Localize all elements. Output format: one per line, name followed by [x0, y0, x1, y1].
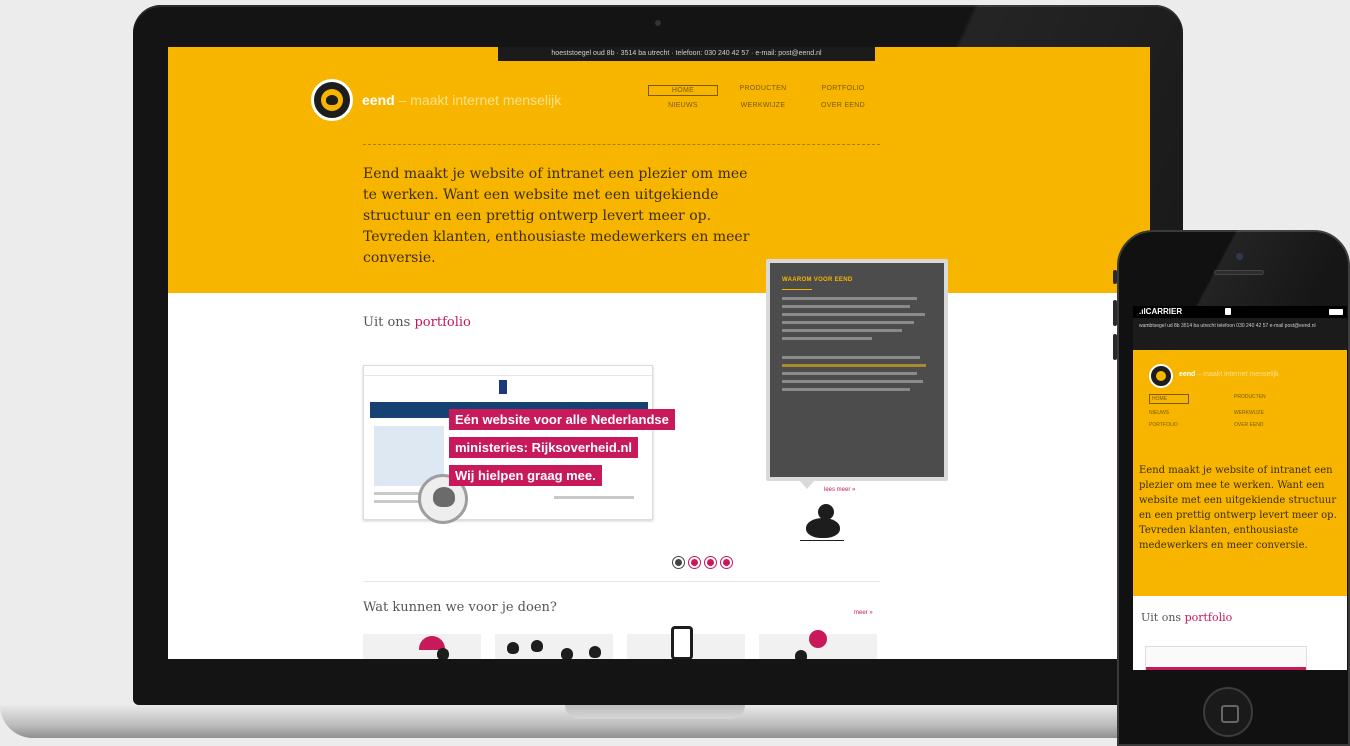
check-icon	[809, 630, 827, 648]
why-eend-text	[782, 297, 932, 396]
home-button[interactable]	[1203, 687, 1253, 737]
laptop-notch	[565, 705, 745, 719]
carrier-name: CARRIER	[1145, 307, 1183, 316]
phone-brand[interactable]: eend – maakt internet menselijk	[1179, 371, 1279, 378]
more-link[interactable]: meer »	[854, 610, 873, 616]
signal-icon: .ıl	[1139, 307, 1146, 316]
phone-earpiece	[1214, 270, 1264, 275]
pager-dot[interactable]	[721, 557, 732, 568]
hero-section: hoeststoegel oud 8b · 3514 ba utrecht · …	[168, 47, 1150, 293]
nav-over-eend[interactable]: OVER EEND	[808, 102, 878, 109]
battery-icon	[1329, 309, 1343, 315]
nav-nieuws[interactable]: NIEUWS	[1149, 410, 1234, 416]
duck-icon	[507, 642, 519, 654]
service-card[interactable]	[627, 626, 745, 659]
duck-mascot-icon	[800, 502, 844, 544]
phone-intro-text: Eend maakt je website of intranet een pl…	[1139, 465, 1337, 551]
service-card[interactable]	[759, 630, 877, 659]
portfolio-link[interactable]: portfolio	[414, 315, 470, 330]
phone-screen: .ılCARRIER wambtsegel ud 8b 3514 ba utre…	[1133, 306, 1347, 670]
why-eend-rule	[782, 289, 812, 290]
duck-icon	[561, 648, 573, 659]
portfolio-caption-line[interactable]: Eén website voor alle Nederlandse	[449, 409, 675, 430]
phone-portfolio-heading: Uit ons portfolio	[1141, 611, 1232, 624]
nav-portfolio[interactable]: PORTFOLIO	[808, 85, 878, 96]
contact-strip: hoeststoegel oud 8b · 3514 ba utrecht · …	[498, 47, 875, 61]
services-heading: Wat kunnen we voor je doen?	[363, 600, 557, 615]
brand-text: eend	[362, 92, 395, 108]
eend-logo[interactable]	[1149, 364, 1173, 388]
nav-producten[interactable]: PRODUCTEN	[728, 85, 798, 96]
phone-camera	[1236, 253, 1243, 260]
nav-over-eend[interactable]: OVER EEND	[1234, 422, 1319, 428]
brand-tagline: – maakt internet menselijk	[394, 92, 562, 108]
why-eend-title: WAAROM VOOR EEND	[782, 277, 853, 283]
screenshot-logo	[499, 380, 507, 394]
portfolio-heading-prefix: Uit ons	[363, 315, 415, 330]
eend-logo[interactable]	[311, 79, 353, 121]
phone-portfolio-screenshot[interactable]	[1145, 646, 1307, 670]
intro-text: Eend maakt je website of intranet een pl…	[363, 166, 750, 266]
laptop-screen: hoeststoegel oud 8b · 3514 ba utrecht · …	[168, 47, 1150, 659]
lock-icon	[1225, 308, 1231, 315]
service-card[interactable]	[495, 634, 613, 659]
nav-home[interactable]: HOME	[1149, 394, 1189, 404]
pager-dot[interactable]	[689, 557, 700, 568]
brand-text: eend	[1179, 371, 1196, 378]
nav-producten[interactable]: PRODUCTEN	[1234, 394, 1319, 404]
status-bar: .ılCARRIER	[1133, 306, 1347, 318]
phone-mute-switch	[1113, 270, 1117, 284]
pager-dot[interactable]	[705, 557, 716, 568]
portfolio-heading: Uit ons portfolio	[363, 315, 471, 330]
phone-icon	[671, 626, 693, 659]
nav-home[interactable]: HOME	[648, 85, 718, 96]
main-nav: HOME PRODUCTEN PORTFOLIO NIEUWS WERKWIJZ…	[648, 85, 878, 109]
laptop-camera	[655, 20, 661, 26]
nav-werkwijze[interactable]: WERKWIJZE	[1234, 410, 1319, 416]
phone-volume-down	[1113, 334, 1117, 360]
phone-volume-up	[1113, 300, 1117, 326]
brand-name[interactable]: eend – maakt internet menselijk	[362, 92, 561, 108]
duck-icon	[531, 640, 543, 652]
phone-hero: eend – maakt internet menselijk HOME PRO…	[1133, 350, 1347, 596]
portfolio-caption-line[interactable]: ministeries: Rijksoverheid.nl	[449, 437, 639, 458]
pager-dot[interactable]	[673, 557, 684, 568]
portfolio-link[interactable]: portfolio	[1185, 611, 1233, 624]
why-eend-box: WAAROM VOOR EEND	[766, 259, 948, 481]
duck-icon	[589, 646, 601, 658]
duck-icon	[321, 89, 343, 111]
duck-icon	[795, 650, 807, 659]
why-eend-pointer	[798, 479, 816, 489]
phone-contact-strip: wambtsegel ud 8b 3514 ba utrecht telefoo…	[1133, 318, 1347, 350]
nav-werkwijze[interactable]: WERKWIJZE	[728, 102, 798, 109]
brand-tagline: – maakt internet menselijk	[1195, 371, 1279, 378]
nav-nieuws[interactable]: NIEUWS	[648, 102, 718, 109]
portfolio-heading-prefix: Uit ons	[1141, 611, 1185, 624]
divider	[363, 144, 880, 145]
screenshot-line	[554, 496, 634, 499]
divider	[363, 581, 880, 582]
nav-portfolio[interactable]: PORTFOLIO	[1149, 422, 1234, 428]
screenshot-topbar	[364, 366, 652, 376]
read-more-link[interactable]: lees meer »	[824, 487, 855, 493]
portfolio-pager	[673, 557, 732, 568]
duck-icon	[437, 648, 449, 659]
phone-nav: HOME PRODUCTEN NIEUWS WERKWIJZE PORTFOLI…	[1149, 394, 1319, 428]
service-card[interactable]	[363, 634, 481, 659]
portfolio-caption-line[interactable]: Wij hielpen graag mee.	[449, 465, 602, 486]
